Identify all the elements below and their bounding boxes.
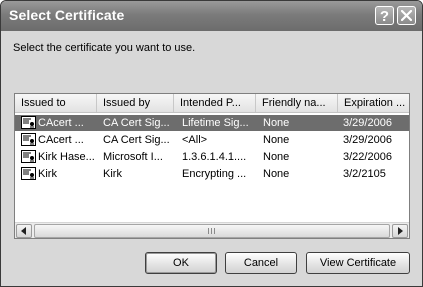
cell-issued-by: CA Cert Sig... — [103, 117, 170, 129]
select-certificate-dialog: Select Certificate ? Select the certific… — [0, 0, 423, 287]
column-header-expiration[interactable]: Expiration ... — [338, 94, 409, 112]
cell-intended-purposes: 1.3.6.1.4.1.... — [182, 151, 247, 163]
cell-intended-purposes: Encrypting ... — [182, 168, 247, 180]
cell-issued-to: Kirk — [38, 168, 57, 180]
column-header-friendly-name[interactable]: Friendly na... — [256, 94, 338, 112]
table-row[interactable]: CAcert ... CA Cert Sig... <All> None 3/2… — [15, 132, 409, 148]
column-header-intended-purposes[interactable]: Intended P... — [174, 94, 256, 112]
scroll-thumb[interactable] — [34, 224, 390, 238]
ok-button[interactable]: OK — [145, 252, 217, 274]
help-button[interactable]: ? — [375, 6, 394, 25]
cell-friendly-name: None — [263, 151, 290, 163]
certificate-icon — [21, 167, 36, 180]
table-row[interactable]: Kirk Hase... Microsoft I... 1.3.6.1.4.1.… — [15, 149, 409, 165]
cell-intended-purposes: Lifetime Sig... — [182, 117, 249, 129]
table-row[interactable]: Kirk Kirk Encrypting ... None 3/2/2105 — [15, 166, 409, 182]
list-header: Issued to Issued by Intended P... Friend… — [15, 94, 409, 113]
cell-issued-by: Microsoft I... — [103, 151, 163, 163]
scroll-left-button[interactable] — [16, 224, 32, 238]
cell-expiration: 3/29/2006 — [343, 117, 392, 129]
cell-expiration: 3/22/2006 — [343, 151, 392, 163]
column-header-issued-by[interactable]: Issued by — [97, 94, 174, 112]
close-icon — [401, 10, 412, 21]
title-bar[interactable]: Select Certificate ? — [1, 1, 422, 31]
cell-issued-to: Kirk Hase... — [38, 151, 95, 163]
view-certificate-button[interactable]: View Certificate — [306, 252, 410, 274]
arrow-right-icon — [398, 227, 403, 235]
certificate-icon — [21, 133, 36, 146]
cell-friendly-name: None — [263, 134, 290, 146]
cell-issued-by: CA Cert Sig... — [103, 134, 170, 146]
cell-expiration: 3/2/2105 — [343, 168, 386, 180]
cell-intended-purposes: <All> — [182, 134, 208, 146]
column-header-issued-to[interactable]: Issued to — [15, 94, 97, 112]
dialog-title: Select Certificate — [9, 7, 125, 23]
arrow-left-icon — [21, 227, 26, 235]
cell-expiration: 3/29/2006 — [343, 134, 392, 146]
cancel-button[interactable]: Cancel — [225, 252, 297, 274]
horizontal-scrollbar[interactable] — [15, 222, 409, 238]
certificate-list[interactable]: Issued to Issued by Intended P... Friend… — [14, 93, 410, 239]
cell-friendly-name: None — [263, 117, 290, 129]
scroll-right-button[interactable] — [392, 224, 408, 238]
instruction-text: Select the certificate you want to use. — [13, 42, 196, 54]
help-icon: ? — [379, 8, 390, 25]
table-row[interactable]: CAcert ... CA Cert Sig... Lifetime Sig..… — [15, 115, 409, 131]
grip-icon — [208, 228, 217, 234]
cell-friendly-name: None — [263, 168, 290, 180]
cell-issued-to: CAcert ... — [38, 134, 84, 146]
cell-issued-to: CAcert ... — [38, 117, 84, 129]
close-button[interactable] — [397, 6, 416, 25]
certificate-icon — [21, 150, 36, 163]
cell-issued-by: Kirk — [103, 168, 122, 180]
certificate-icon — [21, 116, 36, 129]
